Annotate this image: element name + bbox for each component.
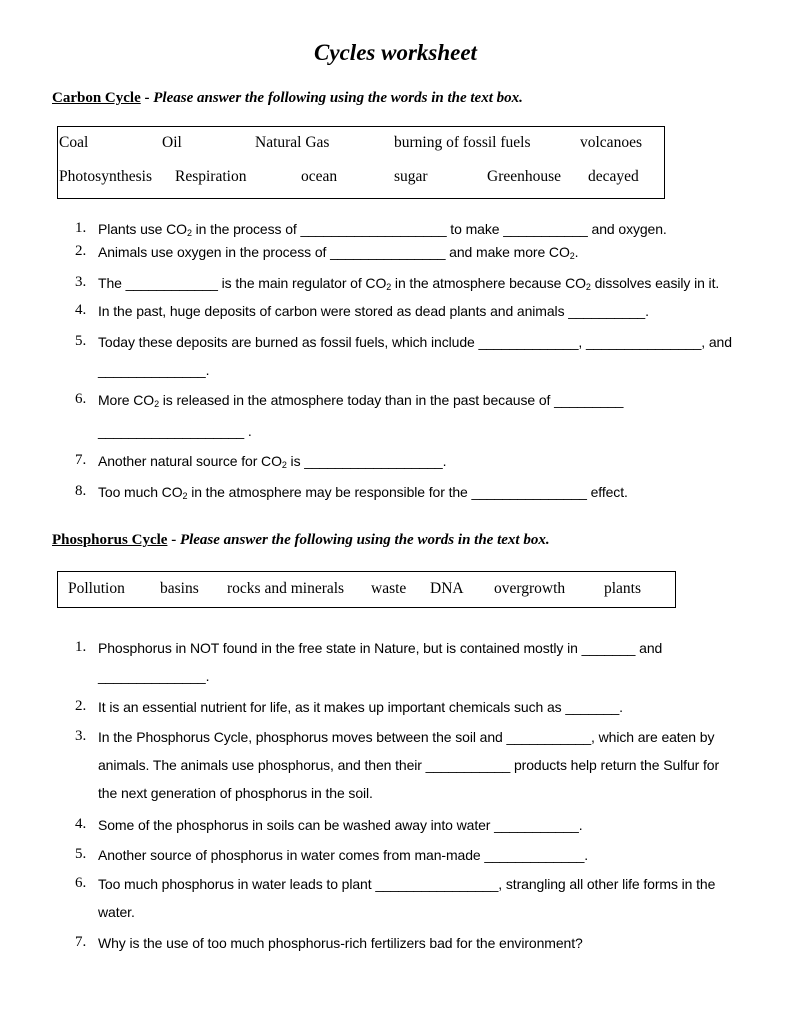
word-bank-item: waste	[371, 580, 407, 597]
question-number: 6.	[75, 875, 87, 891]
carbon-question-2: Animals use oxygen in the process of ___…	[98, 244, 579, 261]
carbon-question-8: Too much CO2 in the atmosphere may be re…	[98, 484, 628, 501]
carbon-question-5-continued: ______________.	[98, 362, 210, 378]
question-number: 3.	[75, 728, 87, 744]
word-bank-item: plants	[604, 580, 642, 597]
word-bank-item: Respiration	[175, 168, 247, 185]
question-number: 7.	[75, 452, 87, 468]
page-title: Cycles worksheet	[314, 40, 477, 65]
question-number: 5.	[75, 333, 87, 349]
question-number: 7.	[75, 934, 87, 950]
phosphorus-question-6: Too much phosphorus in water leads to pl…	[98, 876, 716, 892]
phosphorus-heading-label: Phosphorus Cycle	[52, 532, 168, 548]
word-bank-item: ocean	[301, 168, 338, 185]
carbon-question-4: In the past, huge deposits of carbon wer…	[98, 303, 649, 319]
word-bank-item: rocks and minerals	[227, 580, 345, 597]
phosphorus-question-2: It is an essential nutrient for life, as…	[98, 699, 623, 715]
word-bank-item: Oil	[162, 134, 182, 151]
carbon-word-bank: Coal Oil Natural Gas burning of fossil f…	[57, 126, 665, 199]
word-bank-item: basins	[160, 580, 199, 597]
word-bank-item: Greenhouse	[487, 168, 562, 185]
question-number: 3.	[75, 274, 87, 290]
phosphorus-section-heading: Phosphorus Cycle - Please answer the fol…	[52, 532, 550, 549]
phosphorus-word-bank: Pollution basins rocks and minerals wast…	[57, 571, 676, 608]
carbon-question-6-continued: ___________________ .	[98, 423, 252, 439]
word-bank-item: Photosynthesis	[59, 168, 153, 185]
word-bank-item: decayed	[588, 168, 639, 185]
carbon-heading-label: Carbon Cycle	[52, 90, 141, 106]
carbon-section-heading: Carbon Cycle - Please answer the followi…	[52, 90, 523, 107]
question-number: 5.	[75, 846, 87, 862]
phosphorus-question-1-continued: ______________.	[98, 668, 210, 684]
question-number: 4.	[75, 816, 87, 832]
heading-separator: -	[140, 90, 154, 106]
heading-separator: -	[167, 532, 180, 548]
word-bank-item: Natural Gas	[255, 134, 330, 151]
question-number: 4.	[75, 302, 87, 318]
phosphorus-question-3-continued-2: the next generation of phosphorus in the…	[98, 785, 373, 801]
phosphorus-question-4: Some of the phosphorus in soils can be w…	[98, 817, 583, 833]
phosphorus-question-3: In the Phosphorus Cycle, phosphorus move…	[98, 729, 715, 745]
carbon-question-7: Another natural source for CO2 is ______…	[98, 453, 447, 470]
phosphorus-instruction: Please answer the following using the wo…	[179, 532, 550, 548]
question-number: 6.	[75, 391, 87, 407]
word-bank-item: Coal	[59, 134, 89, 151]
phosphorus-question-5: Another source of phosphorus in water co…	[98, 847, 589, 863]
question-number: 2.	[75, 243, 87, 259]
word-bank-item: burning of fossil fuels	[394, 134, 531, 151]
carbon-question-6: More CO2 is released in the atmosphere t…	[98, 392, 624, 409]
question-number: 2.	[75, 698, 87, 714]
phosphorus-question-1: Phosphorus in NOT found in the free stat…	[98, 640, 663, 656]
word-bank-item: Pollution	[68, 580, 125, 597]
carbon-question-3: The ____________ is the main regulator o…	[98, 275, 720, 292]
carbon-instruction: Please answer the following using the wo…	[153, 90, 523, 106]
phosphorus-question-7: Why is the use of too much phosphorus-ri…	[98, 935, 583, 951]
question-number: 8.	[75, 483, 87, 499]
word-bank-item: sugar	[394, 168, 428, 185]
question-number: 1.	[75, 220, 87, 236]
word-bank-item: DNA	[430, 580, 464, 597]
word-bank-item: volcanoes	[580, 134, 642, 151]
phosphorus-question-3-continued: animals. The animals use phosphorus, and…	[98, 757, 720, 773]
question-number: 1.	[75, 639, 87, 655]
word-bank-item: overgrowth	[494, 580, 566, 597]
carbon-question-1: Plants use CO2 in the process of _______…	[98, 221, 667, 238]
phosphorus-question-6-continued: water.	[98, 904, 135, 920]
carbon-question-5: Today these deposits are burned as fossi…	[98, 334, 732, 350]
